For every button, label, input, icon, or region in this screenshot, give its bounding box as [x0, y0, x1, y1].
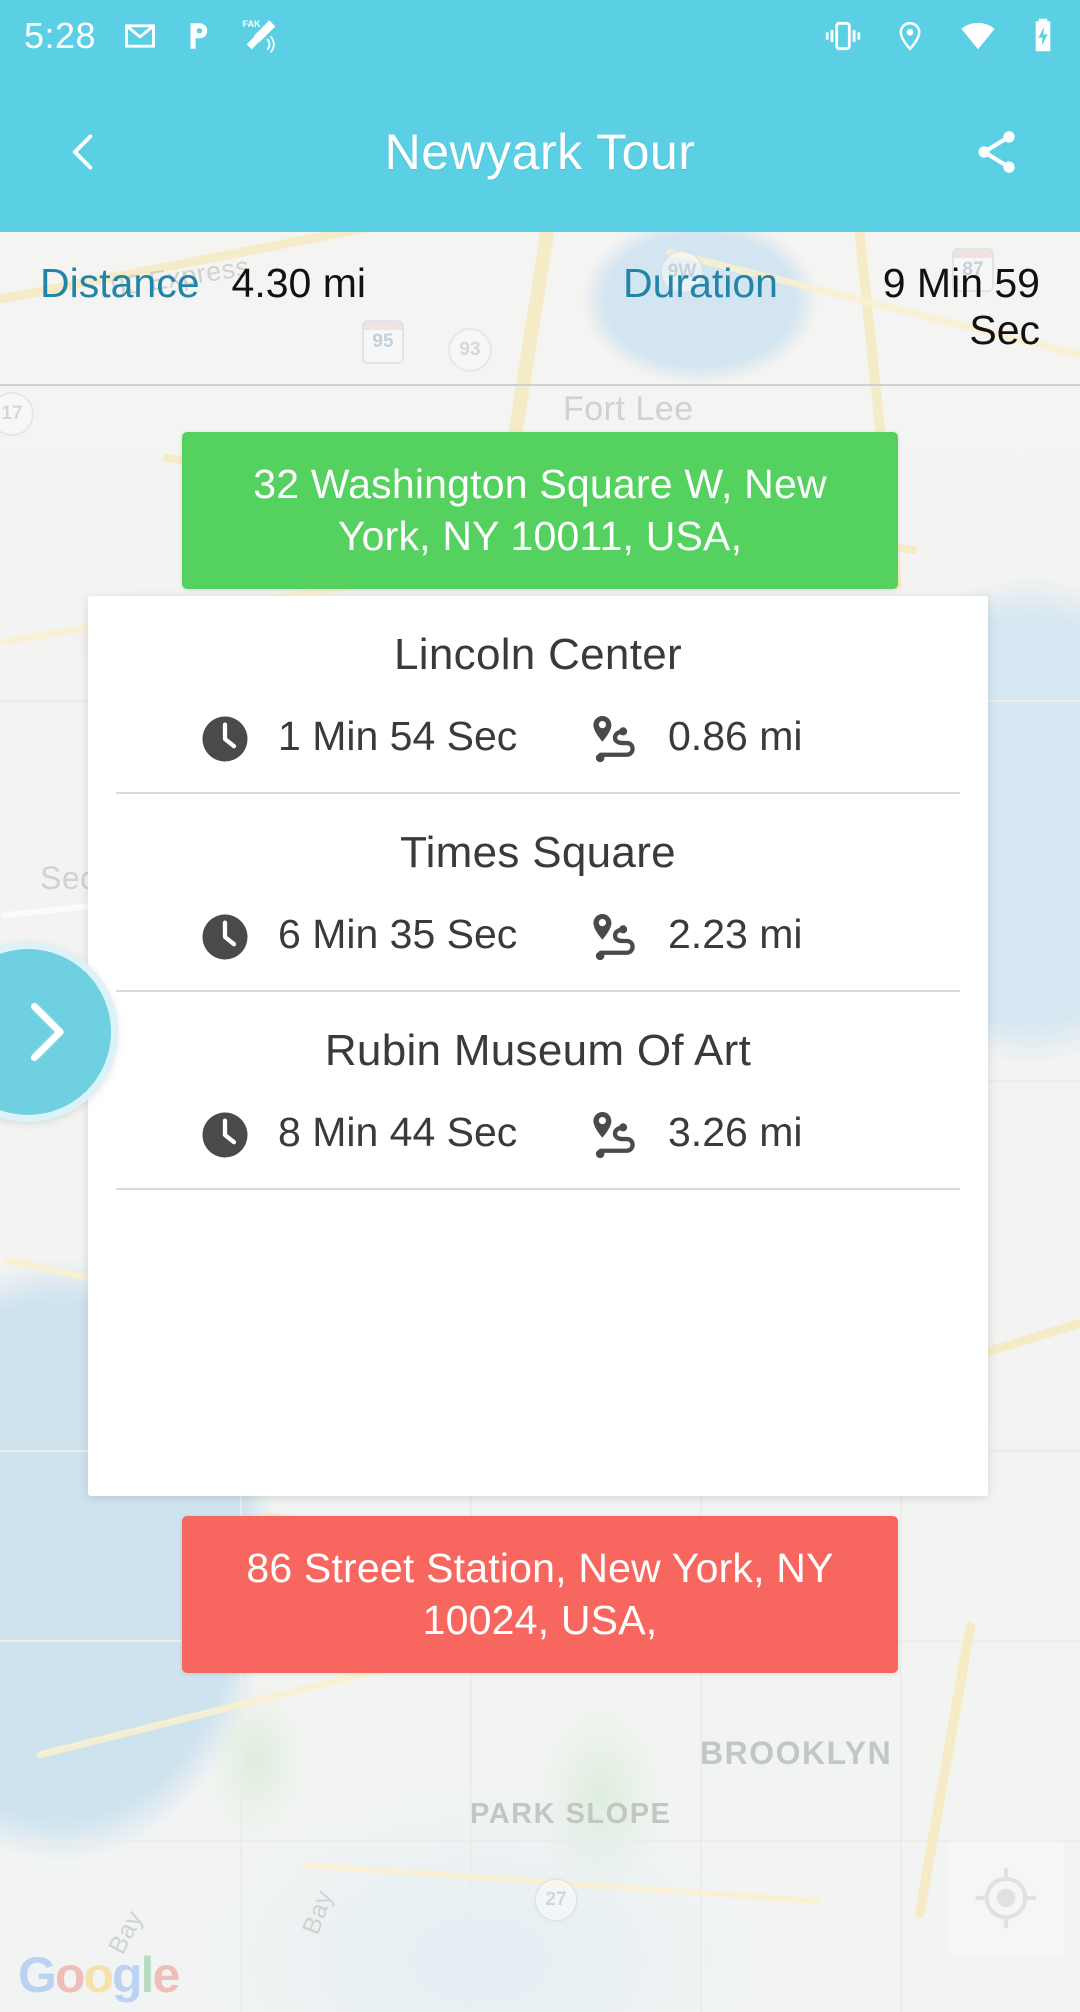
stop-name: Lincoln Center [394, 630, 682, 679]
duration-label: Duration [623, 260, 778, 306]
battery-charging-icon [1035, 18, 1051, 52]
stop-name: Times Square [400, 828, 676, 877]
stop-name: Rubin Museum Of Art [324, 1026, 752, 1075]
stop-distance-text: 3.26 mi [668, 1109, 803, 1155]
stop-distance: 2.23 mi [588, 908, 802, 964]
distance-summary: Distance 4.30 mi [40, 260, 366, 307]
svg-text:FAK: FAK [243, 19, 262, 29]
google-attribution: Google [18, 1947, 180, 2003]
app-screen: Fort Lee BROOKLYN PARK SLOPE Sec 80 Expr… [0, 0, 1080, 2012]
clock-icon [198, 1108, 252, 1162]
gmail-icon [125, 24, 156, 48]
stop-item[interactable]: Lincoln Center 1 Min 54 Sec 0.86 mi [88, 596, 988, 792]
route-icon [588, 1108, 642, 1162]
stop-duration: 1 Min 54 Sec [198, 710, 588, 766]
stop-distance-text: 0.86 mi [668, 713, 803, 759]
stop-distance-text: 2.23 mi [668, 911, 803, 957]
stop-duration: 8 Min 44 Sec [198, 1106, 588, 1162]
clock-icon [198, 910, 252, 964]
stop-divider [116, 1188, 960, 1190]
vibrate-icon [825, 21, 861, 51]
fake-gps-icon: FAK [243, 19, 276, 53]
end-address-banner[interactable]: 86 Street Station, New York, NY 10024, U… [182, 1516, 898, 1673]
distance-value: 4.30 mi [231, 260, 366, 306]
stop-duration-text: 6 Min 35 Sec [278, 911, 518, 957]
route-icon [588, 910, 642, 964]
chevron-left-icon [72, 134, 93, 170]
trip-summary: Distance 4.30 mi Duration 9 Min 59 Sec [0, 232, 1080, 372]
duration-summary: Duration 9 Min 59 Sec [623, 260, 1040, 354]
route-icon [588, 712, 642, 766]
stop-distance: 0.86 mi [588, 710, 802, 766]
summary-divider [0, 384, 1080, 386]
start-address-banner[interactable]: 32 Washington Square W, New York, NY 100… [182, 432, 898, 589]
my-location-icon [975, 1867, 1037, 1929]
location-icon [899, 21, 921, 51]
clock-icon [198, 712, 252, 766]
status-notification-icons: FAK [122, 16, 280, 56]
stop-duration: 6 Min 35 Sec [198, 908, 588, 964]
stop-duration-text: 8 Min 44 Sec [278, 1109, 518, 1155]
app-bar: Newyark Tour [0, 72, 1080, 232]
route-shield: 17 [0, 392, 34, 436]
duration-value: 9 Min 59 Sec [882, 260, 1040, 354]
map-label: BROOKLYN [700, 1735, 893, 1771]
page-title: Newyark Tour [384, 124, 696, 180]
share-button[interactable] [960, 116, 1032, 188]
back-button[interactable] [48, 116, 120, 188]
status-system-icons [822, 15, 1056, 57]
stop-metrics: 8 Min 44 Sec 3.26 mi [116, 1106, 960, 1162]
status-bar: 5:28 FAK [0, 0, 1080, 72]
share-icon [978, 131, 1015, 173]
route-shield: 27 [534, 1878, 578, 1922]
map-label: Bay [297, 1886, 339, 1939]
stop-item[interactable]: Times Square 6 Min 35 Sec 2.23 mi [88, 794, 988, 990]
chevron-right-icon [30, 1002, 64, 1062]
map-label: Fort Lee [563, 390, 694, 428]
stops-card[interactable]: Lincoln Center 1 Min 54 Sec 0.86 mi Time… [88, 596, 988, 1496]
stop-item[interactable]: Rubin Museum Of Art 8 Min 44 Sec 3.26 mi [88, 992, 988, 1188]
wifi-icon [961, 22, 995, 50]
stop-duration-text: 1 Min 54 Sec [278, 713, 518, 759]
map-label: PARK SLOPE [470, 1798, 672, 1830]
status-time: 5:28 [24, 15, 97, 56]
stop-distance: 3.26 mi [588, 1106, 802, 1162]
stop-metrics: 1 Min 54 Sec 0.86 mi [116, 710, 960, 766]
pandora-icon [190, 23, 208, 49]
stop-metrics: 6 Min 35 Sec 2.23 mi [116, 908, 960, 964]
distance-label: Distance [40, 260, 200, 306]
my-location-button[interactable] [948, 1840, 1064, 1956]
